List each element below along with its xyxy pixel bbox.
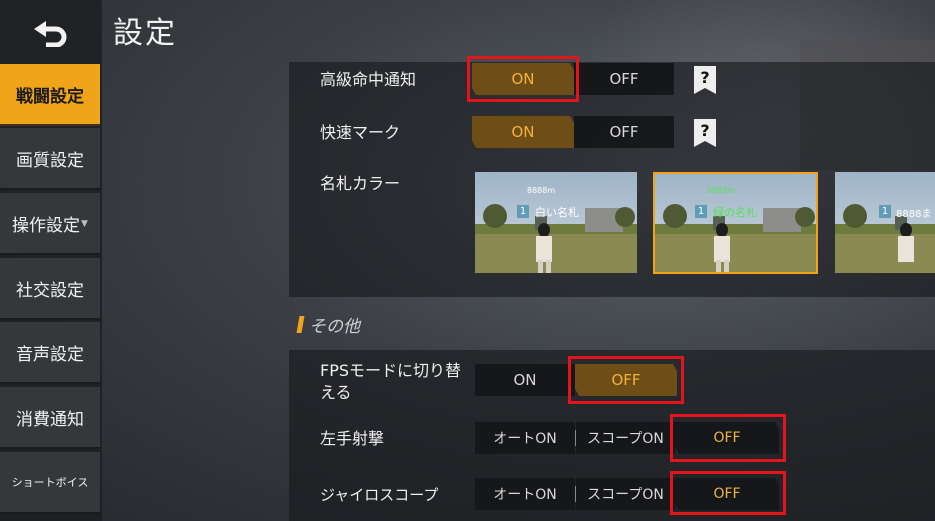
sidebar-item-controls[interactable]: 操作設定 ▼	[0, 193, 100, 255]
nameplate-distance: 8888m	[707, 186, 736, 195]
sidebar-item-label: ショートボイス	[11, 476, 89, 489]
sidebar-item-label: 音声設定	[16, 344, 84, 365]
nameplate-option-third[interactable]: 1 8888ま	[835, 172, 935, 273]
help-icon[interactable]: ?	[694, 66, 716, 94]
left-fire-scope-option[interactable]: スコープON	[576, 422, 675, 454]
help-icon[interactable]: ?	[694, 119, 716, 147]
gyroscope-selector: オートON スコープON OFF	[475, 478, 779, 510]
sidebar-item-graphics[interactable]: 画質設定	[0, 128, 100, 190]
left-fire-auto-option[interactable]: オートON	[475, 422, 575, 454]
sidebar-item-combat[interactable]: 戦闘設定	[0, 64, 100, 126]
back-arrow-icon	[34, 21, 67, 47]
fps-mode-label: FPSモードに切り替える	[320, 361, 462, 402]
back-button[interactable]	[0, 0, 102, 62]
quick-mark-toggle: ON OFF	[472, 116, 674, 148]
nameplate-name: 緑の名札	[713, 206, 757, 219]
fps-mode-toggle: ON OFF	[475, 364, 677, 396]
nameplate-option-green[interactable]: 8888m 1 緑の名札	[653, 172, 818, 274]
gyroscope-auto-option[interactable]: オートON	[475, 478, 575, 510]
sidebar-item-quick-voice[interactable]: ショートボイス	[0, 452, 100, 514]
sidebar-item-label: 戦闘設定	[16, 86, 84, 107]
caret-down-icon: ▼	[81, 219, 88, 229]
sidebar-item-audio[interactable]: 音声設定	[0, 322, 100, 384]
sidebar-item-label: 消費通知	[16, 409, 84, 430]
gyroscope-scope-option[interactable]: スコープON	[576, 478, 675, 510]
nameplate-name: 8888ま	[896, 209, 932, 220]
nameplate-rank-badge: 1	[695, 205, 707, 218]
hit-notice-label: 高級命中通知	[320, 70, 417, 89]
page-title: 設定	[113, 16, 177, 51]
sidebar: 戦闘設定 画質設定 操作設定 ▼ 社交設定 音声設定 消費通知 ショートボイス	[0, 0, 102, 521]
sidebar-item-label: 操作設定	[12, 215, 81, 236]
section-title-others: その他	[296, 312, 360, 337]
left-fire-off-option[interactable]: OFF	[675, 422, 779, 454]
hit-notice-toggle: ON OFF	[472, 63, 674, 95]
section-title-text: その他	[309, 317, 360, 337]
svg-text:?: ?	[700, 68, 709, 87]
gyroscope-off-option[interactable]: OFF	[675, 478, 779, 510]
sidebar-item-label: 画質設定	[16, 150, 84, 171]
nameplate-distance: 8888m	[527, 186, 556, 195]
section-accent-bar	[296, 316, 305, 333]
sidebar-item-social[interactable]: 社交設定	[0, 258, 100, 320]
hit-notice-off-option[interactable]: OFF	[574, 63, 674, 95]
hit-notice-on-option[interactable]: ON	[472, 63, 574, 95]
gyroscope-label: ジャイロスコープ	[320, 486, 439, 504]
nameplate-name: 白い名札	[535, 206, 579, 219]
sidebar-item-label: 社交設定	[16, 280, 84, 301]
nameplate-color-label: 名札カラー	[320, 174, 401, 193]
left-fire-selector: オートON スコープON OFF	[475, 422, 779, 454]
svg-text:?: ?	[700, 121, 709, 140]
nameplate-rank-badge: 1	[879, 205, 891, 218]
quick-mark-label: 快速マーク	[320, 123, 401, 142]
sidebar-item-purchase-notice[interactable]: 消費通知	[0, 387, 100, 449]
quick-mark-off-option[interactable]: OFF	[574, 116, 674, 148]
left-fire-label: 左手射撃	[320, 429, 385, 448]
nameplate-rank-badge: 1	[517, 205, 529, 218]
nameplate-option-white[interactable]: 8888m 1 白い名札	[475, 172, 637, 273]
quick-mark-on-option[interactable]: ON	[472, 116, 574, 148]
fps-mode-on-option[interactable]: ON	[475, 364, 575, 396]
fps-mode-off-option[interactable]: OFF	[575, 364, 677, 396]
